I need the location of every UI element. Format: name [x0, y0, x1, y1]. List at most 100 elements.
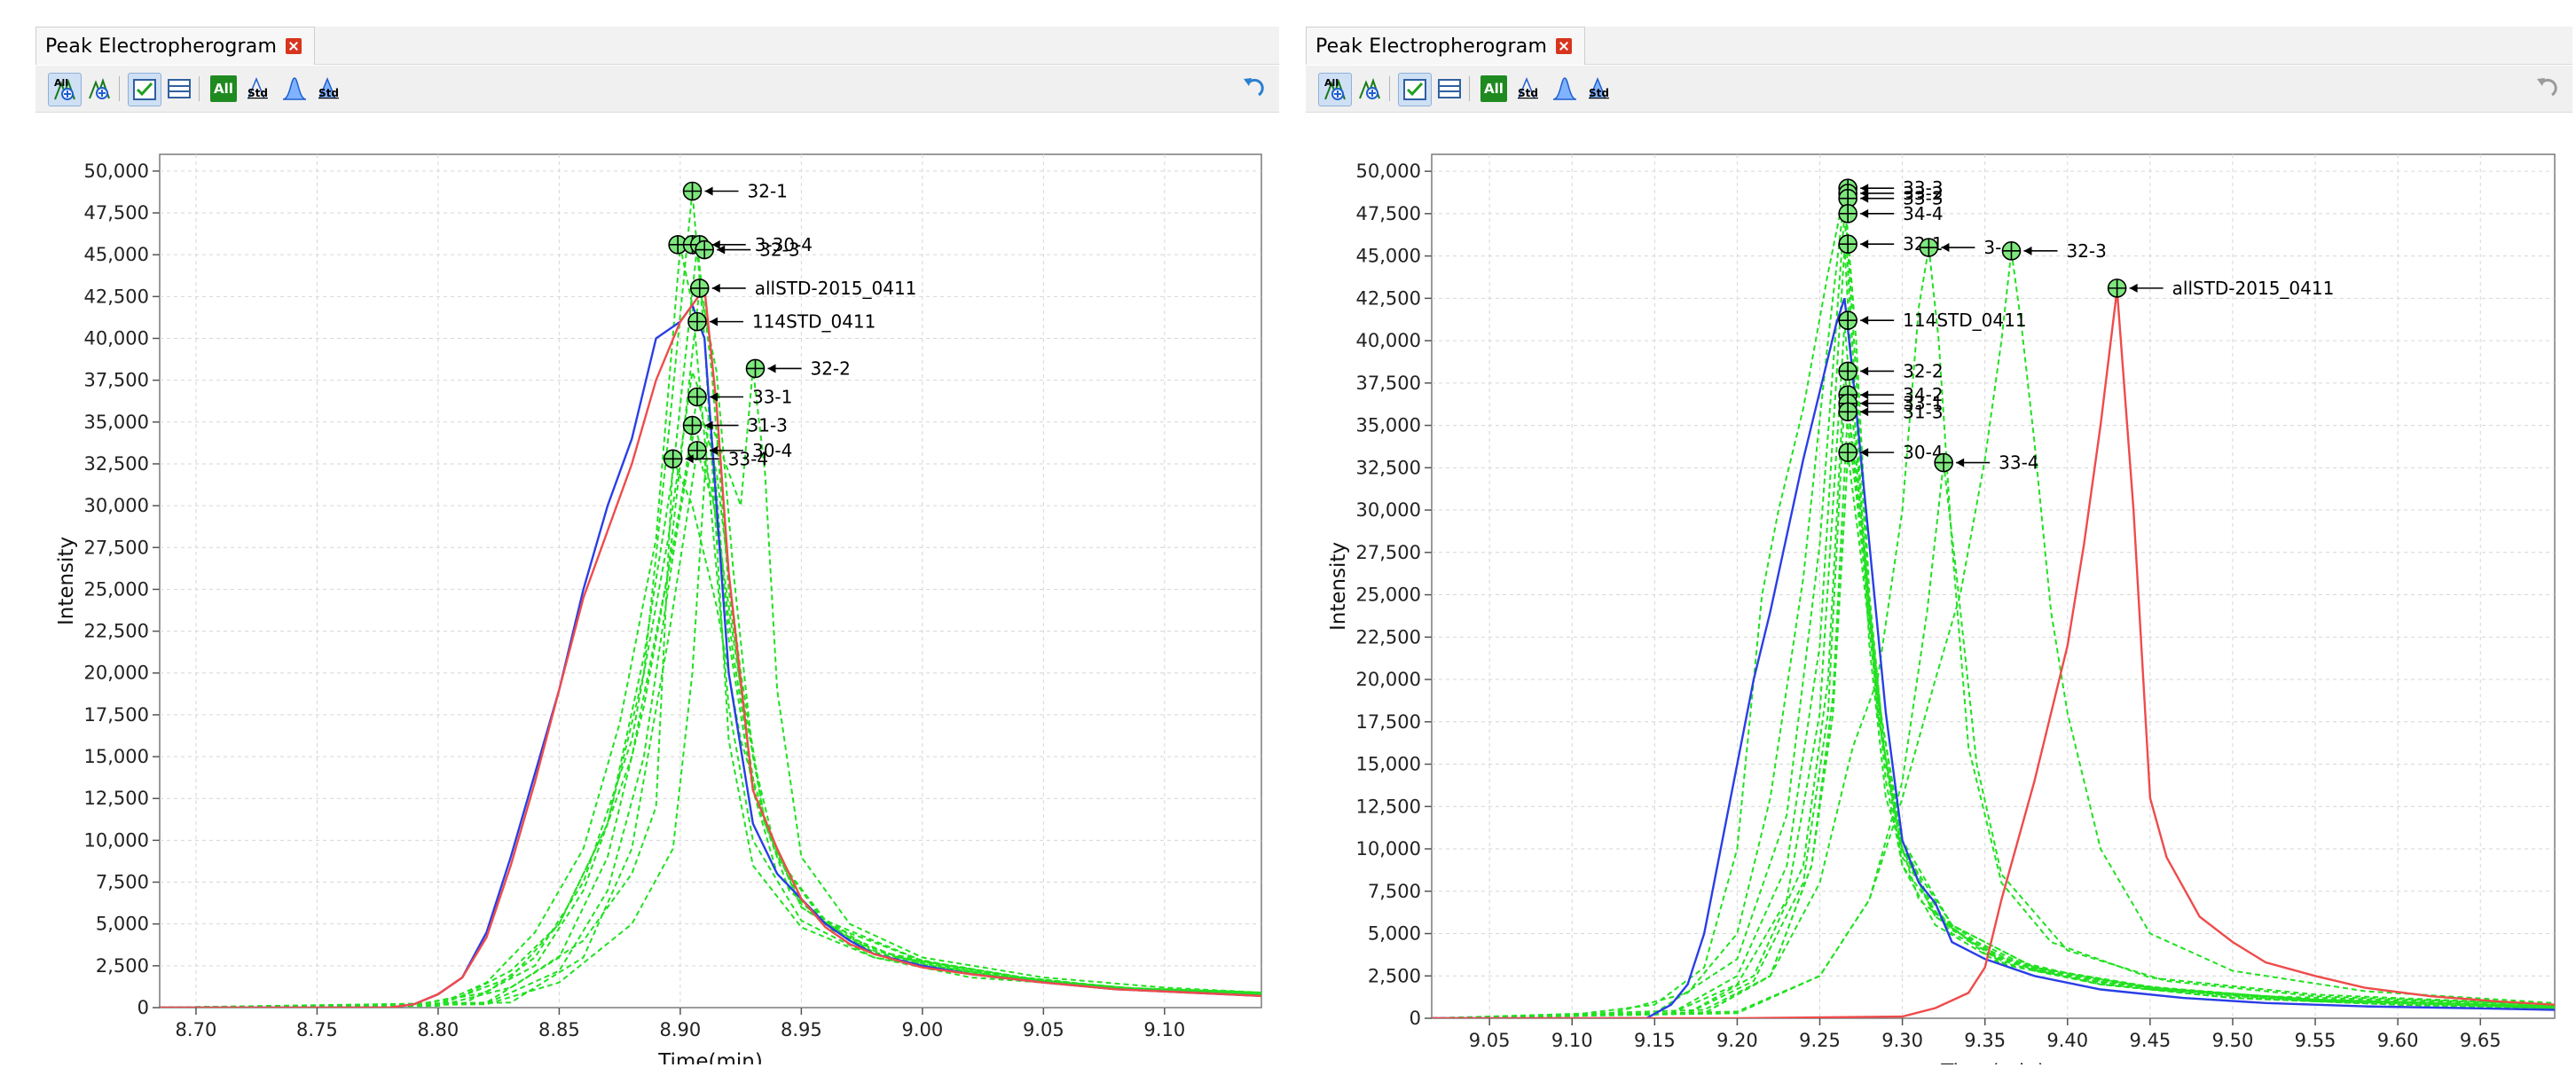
peak-shape-button[interactable] [1549, 73, 1581, 105]
y-tick-label: 5,000 [1368, 923, 1421, 945]
y-tick-label: 0 [137, 997, 149, 1018]
electropherogram-chart: 0 2,500 5,000 7,500 10,000 12,500 15,000 17,500… [55, 153, 1262, 1064]
peak-label: 33-4 [728, 448, 768, 469]
peak-marker[interactable] [689, 279, 710, 298]
checklist-button[interactable] [128, 73, 161, 106]
peak-label: 3- [1983, 237, 2001, 258]
y-tick-label: 22,500 [1356, 626, 1421, 648]
tab-peak-electropherogram[interactable]: Peak Electropherogram [35, 27, 316, 65]
checklist-icon [1402, 76, 1428, 103]
peak-shape-button[interactable] [279, 73, 310, 105]
y-tick-label: 2,500 [96, 955, 149, 977]
std-button[interactable]: Std [1513, 73, 1545, 105]
y-tick-label: 12,500 [1356, 796, 1421, 817]
checklist-button[interactable] [1398, 73, 1432, 106]
svg-text:All: All [1324, 77, 1339, 89]
peak-label: 32-1 [748, 180, 788, 201]
peak-marker[interactable] [1838, 361, 1857, 381]
peak-marker[interactable] [663, 449, 683, 469]
peak-electropherogram-panel-left: Peak Electropherogram All All Std Std 0 2,50… [35, 27, 1279, 1066]
std-icon: Std [246, 75, 272, 102]
peak-marker[interactable] [1838, 310, 1857, 330]
peak-marker[interactable] [1838, 443, 1857, 462]
peak-marker[interactable] [2001, 241, 2022, 261]
peak-marker[interactable] [687, 311, 707, 332]
y-axis-label: Intensity [1327, 542, 1350, 631]
y-tick-label: 42,500 [84, 286, 149, 307]
x-tick-label: 9.25 [1799, 1030, 1841, 1051]
peak-marker[interactable] [682, 415, 703, 436]
peak-marker[interactable] [1919, 238, 1939, 257]
all-peaks-button[interactable]: All [48, 73, 82, 106]
x-tick-label: 9.10 [1551, 1030, 1593, 1051]
std-button[interactable]: Std [243, 73, 275, 105]
peak-select-button[interactable] [83, 73, 115, 105]
x-tick-label: 9.40 [2046, 1030, 2088, 1051]
peak-marker[interactable] [1934, 452, 1953, 473]
peak-label: 31-3 [1903, 401, 1943, 422]
x-tick-label: 8.80 [418, 1019, 459, 1040]
svg-text:Std: Std [318, 87, 339, 99]
x-tick-label: 9.60 [2377, 1030, 2419, 1051]
peak-select-button[interactable] [1354, 73, 1386, 105]
y-tick-label: 15,000 [84, 746, 149, 767]
peak-label: 114STD_0411 [752, 311, 876, 333]
tab-title: Peak Electropherogram [1315, 35, 1548, 58]
table-button[interactable] [1433, 73, 1465, 105]
table-button[interactable] [163, 73, 195, 105]
tab-peak-electropherogram[interactable]: Peak Electropherogram [1306, 27, 1586, 65]
undo-icon [1239, 75, 1266, 102]
peak-marker[interactable] [1838, 402, 1857, 422]
x-tick-label: 9.30 [1881, 1030, 1923, 1051]
peak-marker[interactable] [695, 239, 714, 260]
peak-label: allSTD-2015_0411 [2172, 278, 2335, 299]
svg-text:All: All [54, 77, 68, 89]
peak-select-icon [1356, 75, 1383, 102]
peak-marker[interactable] [1838, 234, 1857, 255]
undo-button[interactable] [2530, 73, 2562, 105]
y-tick-label: 47,500 [84, 202, 149, 224]
tab-title: Peak Electropherogram [45, 35, 278, 58]
peak-marker[interactable] [745, 358, 766, 379]
tab-bar: Peak Electropherogram [1306, 27, 2572, 65]
close-icon[interactable] [286, 38, 302, 54]
std-peak-button[interactable]: Std [1584, 73, 1616, 105]
peak-label: 32-3 [2066, 240, 2106, 262]
peak-electropherogram-panel-right: Peak Electropherogram All All Std Std 0 2,50… [1306, 27, 2572, 1066]
y-tick-label: 7,500 [1368, 881, 1421, 902]
all-green-button[interactable]: All [1480, 75, 1507, 102]
x-axis-label: Time(min) [657, 1050, 763, 1064]
peak-shape-icon [281, 75, 308, 102]
y-tick-label: 47,500 [1356, 203, 1421, 224]
peak-label: 32-2 [1903, 360, 1943, 381]
peak-marker[interactable] [1838, 204, 1857, 224]
peak-marker[interactable] [682, 181, 703, 201]
toolbar-separator [119, 76, 120, 101]
peak-marker[interactable] [687, 387, 707, 407]
y-tick-label: 25,000 [1356, 585, 1421, 606]
x-tick-label: 9.45 [2129, 1030, 2171, 1051]
x-tick-label: 8.90 [659, 1019, 701, 1040]
y-tick-label: 20,000 [84, 663, 149, 684]
y-tick-label: 37,500 [1356, 373, 1421, 394]
y-tick-label: 25,000 [84, 578, 149, 600]
y-tick-label: 27,500 [1356, 542, 1421, 563]
table-icon [166, 75, 192, 102]
x-tick-label: 8.75 [296, 1019, 338, 1040]
y-tick-label: 50,000 [84, 161, 149, 182]
svg-text:Std: Std [1518, 87, 1538, 99]
close-icon[interactable] [1556, 38, 1573, 54]
undo-button[interactable] [1237, 73, 1268, 105]
x-tick-label: 9.05 [1469, 1030, 1511, 1051]
y-tick-label: 20,000 [1356, 669, 1421, 690]
peak-label: 31-3 [748, 415, 788, 436]
x-tick-label: 9.50 [2212, 1030, 2254, 1051]
y-tick-label: 10,000 [84, 829, 149, 851]
y-tick-label: 50,000 [1356, 161, 1421, 182]
y-tick-label: 45,000 [84, 244, 149, 265]
peak-marker[interactable] [2107, 279, 2127, 298]
all-green-button[interactable]: All [210, 75, 237, 102]
all-peaks-button[interactable]: All [1318, 73, 1352, 106]
std-peak-button[interactable]: Std [314, 73, 346, 105]
peak-shape-icon [1551, 75, 1578, 102]
